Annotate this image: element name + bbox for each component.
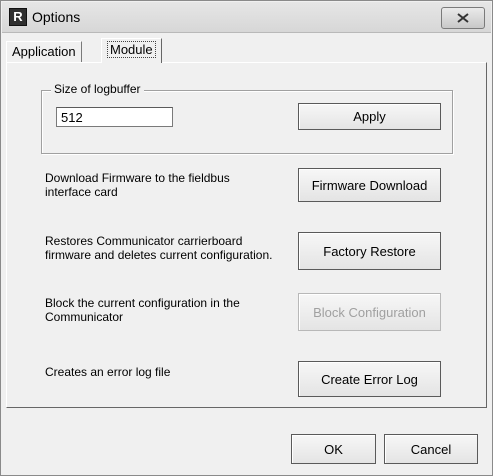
create-error-log-description: Creates an error log file [45, 365, 171, 379]
apply-button[interactable]: Apply [298, 103, 441, 130]
factory-restore-description: Restores Communicator carrierboard firmw… [45, 234, 273, 262]
title-bar[interactable]: R Options [2, 2, 491, 33]
cancel-button[interactable]: Cancel [384, 434, 478, 464]
firmware-download-description: Download Firmware to the fieldbus interf… [45, 171, 230, 199]
create-error-log-button[interactable]: Create Error Log [298, 361, 441, 397]
factory-restore-button[interactable]: Factory Restore [298, 232, 441, 270]
block-configuration-button[interactable]: Block Configuration [298, 293, 441, 331]
close-icon [457, 13, 469, 23]
app-icon: R [9, 8, 27, 26]
block-configuration-description: Block the current configuration in the C… [45, 296, 240, 324]
close-button[interactable] [441, 7, 485, 29]
window-title: Options [32, 9, 81, 25]
logbuffer-group-title: Size of logbuffer [51, 82, 144, 96]
firmware-download-button[interactable]: Firmware Download [298, 168, 441, 202]
tab-application[interactable]: Application [6, 41, 82, 62]
options-dialog: R Options Application Module Size of log… [0, 0, 493, 476]
logbuffer-size-input[interactable] [56, 107, 173, 127]
tab-module-label: Module [107, 41, 156, 58]
tab-module[interactable]: Module [101, 38, 162, 63]
ok-button[interactable]: OK [291, 434, 376, 464]
